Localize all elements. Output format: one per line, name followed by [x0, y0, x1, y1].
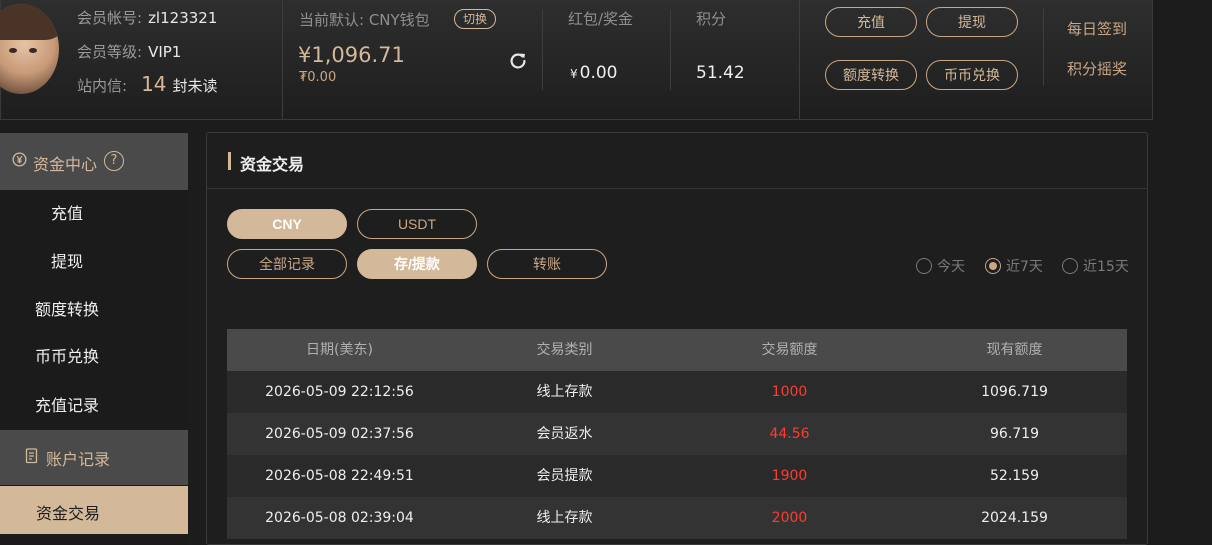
- radio-selected-icon[interactable]: [985, 258, 1001, 274]
- usdt-balance: ₮0.00: [299, 70, 337, 85]
- tab-all-records[interactable]: 全部记录: [227, 249, 347, 279]
- account-value: zl123321: [148, 9, 218, 27]
- filter-label: 近7天: [1006, 259, 1043, 275]
- sidebar: 资金中心 ? 充值 提现 额度转换 币币兑换 充值记录 账户记录 资金交易: [0, 133, 188, 545]
- avatar[interactable]: [0, 4, 59, 94]
- unread-suffix: 封未读: [172, 77, 218, 95]
- table-row: 2026-05-09 02:37:56 会员返水 44.56 96.719: [227, 413, 1127, 455]
- filter-7-days[interactable]: 近7天: [985, 256, 1043, 276]
- cell-type: 线上存款: [536, 510, 593, 526]
- radio-icon[interactable]: [916, 258, 932, 274]
- sidebar-group-label: 账户记录: [46, 450, 111, 469]
- sidebar-item-label: 额度转换: [35, 300, 100, 319]
- points-label: 积分: [696, 10, 727, 28]
- cell-date: 2026-05-08 22:49:51: [265, 468, 414, 484]
- yuan-icon: [12, 152, 27, 171]
- sidebar-item-label: 充值: [51, 204, 84, 223]
- sidebar-item-label: 币币兑换: [35, 347, 100, 366]
- divider: [799, 0, 800, 119]
- cell-type: 线上存款: [536, 384, 593, 400]
- receipt-icon: [25, 448, 39, 468]
- cell-balance: 96.719: [990, 426, 1039, 442]
- points-value: 51.42: [696, 63, 745, 83]
- sidebar-group-account-records[interactable]: 账户记录: [0, 430, 188, 485]
- tab-deposit-withdraw[interactable]: 存/提款: [357, 249, 477, 279]
- sidebar-item-recharge[interactable]: 充值: [0, 190, 188, 238]
- table-header: 日期(美东) 交易类别 交易额度 现有额度: [227, 329, 1127, 371]
- bonus-value: ¥0.00: [570, 63, 618, 83]
- bonus-amount: 0.00: [579, 63, 618, 83]
- table-body: 2026-05-09 22:12:56 线上存款 1000 1096.719 2…: [227, 371, 1127, 539]
- sidebar-item-transfer[interactable]: 额度转换: [0, 286, 188, 334]
- filter-label: 今天: [937, 259, 965, 275]
- tab-transfer[interactable]: 转账: [487, 249, 607, 279]
- sidebar-section-funds[interactable]: 资金中心 ?: [0, 133, 188, 190]
- user-header: 会员帐号: zl123321 会员等级: VIP1 站内信: 14 封未读 当前默认: …: [0, 0, 1153, 120]
- divider: [282, 0, 283, 119]
- tab-currency-cny[interactable]: CNY: [227, 209, 347, 239]
- sidebar-item-withdraw[interactable]: 提现: [0, 238, 188, 286]
- column-header-date: 日期(美东): [306, 342, 373, 358]
- account-row: 会员帐号: zl123321: [77, 7, 217, 28]
- withdraw-button[interactable]: 提现: [926, 7, 1018, 37]
- sidebar-item-fund-transactions[interactable]: 资金交易: [0, 486, 188, 534]
- fund-transactions-panel: 资金交易 CNY USDT 全部记录 存/提款 转账 今天 近7天 近15天 日…: [206, 132, 1148, 545]
- sidebar-item-recharge-records[interactable]: 充值记录: [0, 382, 188, 430]
- recharge-button[interactable]: 充值: [825, 7, 917, 37]
- table-row: 2026-05-09 22:12:56 线上存款 1000 1096.719: [227, 371, 1127, 413]
- cell-balance: 1096.719: [981, 384, 1048, 400]
- page-title: 资金交易: [240, 155, 305, 174]
- column-header-balance: 现有额度: [986, 342, 1043, 358]
- cell-type: 会员提款: [536, 468, 593, 484]
- panel-header: 资金交易: [207, 133, 1147, 189]
- column-header-amount: 交易额度: [761, 342, 818, 358]
- cell-balance: 52.159: [990, 468, 1039, 484]
- cell-amount: 1900: [771, 468, 808, 484]
- exchange-button[interactable]: 币币兑换: [926, 60, 1018, 90]
- radio-icon[interactable]: [1062, 258, 1078, 274]
- bonus-label: 红包/奖金: [568, 10, 634, 28]
- points-lottery-link[interactable]: 积分摇奖: [1067, 58, 1127, 79]
- filter-today[interactable]: 今天: [916, 256, 965, 276]
- tab-currency-usdt[interactable]: USDT: [357, 209, 477, 239]
- level-value: VIP1: [148, 43, 182, 61]
- transfer-button[interactable]: 额度转换: [825, 60, 917, 90]
- cell-date: 2026-05-09 02:37:56: [265, 426, 414, 442]
- title-accent-bar: [228, 152, 231, 170]
- cell-date: 2026-05-09 22:12:56: [265, 384, 414, 400]
- level-row: 会员等级: VIP1: [77, 41, 181, 62]
- default-wallet-label: 当前默认: CNY钱包: [299, 11, 430, 29]
- unread-count: 14: [141, 72, 167, 96]
- sidebar-section-label: 资金中心: [33, 155, 98, 174]
- sidebar-item-label: 提现: [51, 252, 84, 271]
- sidebar-item-label: 充值记录: [35, 396, 100, 415]
- switch-wallet-button[interactable]: 切换: [454, 9, 497, 29]
- cell-date: 2026-05-08 02:39:04: [265, 510, 414, 526]
- cell-amount: 2000: [771, 510, 808, 526]
- column-header-type: 交易类别: [536, 342, 593, 358]
- filter-15-days[interactable]: 近15天: [1062, 256, 1129, 276]
- cell-type: 会员返水: [536, 426, 593, 442]
- table-row: 2026-05-08 02:39:04 线上存款 2000 2024.159: [227, 497, 1127, 539]
- divider: [670, 10, 671, 90]
- table-row: 2026-05-08 22:49:51 会员提款 1900 52.159: [227, 455, 1127, 497]
- cell-balance: 2024.159: [981, 510, 1048, 526]
- help-icon[interactable]: ?: [104, 151, 124, 171]
- sidebar-item-exchange[interactable]: 币币兑换: [0, 333, 188, 381]
- refresh-icon[interactable]: [507, 50, 529, 72]
- wallet-balance: ¥1,096.71: [298, 43, 405, 67]
- bonus-currency: ¥: [570, 67, 578, 81]
- account-label: 会员帐号:: [77, 9, 143, 27]
- daily-checkin-link[interactable]: 每日签到: [1067, 18, 1127, 39]
- filter-label: 近15天: [1083, 259, 1129, 275]
- mail-label: 站内信:: [77, 77, 128, 95]
- transactions-table: 日期(美东) 交易类别 交易额度 现有额度 2026-05-09 22:12:5…: [227, 329, 1127, 539]
- cell-amount: 1000: [771, 384, 808, 400]
- sidebar-item-label: 资金交易: [36, 504, 101, 523]
- level-label: 会员等级:: [77, 43, 143, 61]
- divider: [1043, 8, 1044, 86]
- mail-row[interactable]: 站内信: 14 封未读: [77, 72, 218, 96]
- divider: [542, 10, 543, 90]
- cell-amount: 44.56: [769, 426, 810, 442]
